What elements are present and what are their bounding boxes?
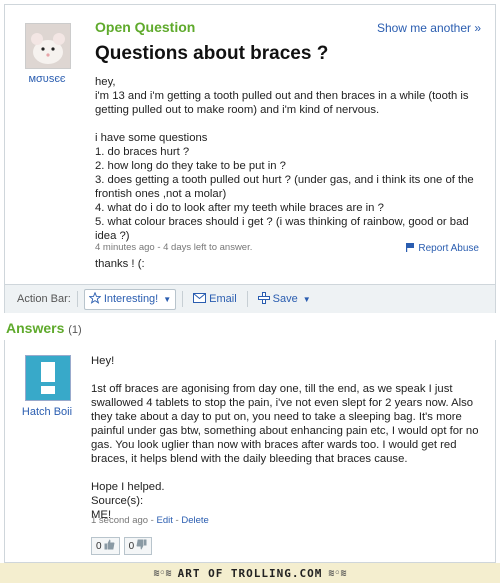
divider [246,291,248,307]
email-label: Email [209,293,237,305]
envelope-icon [193,292,207,306]
answerer-username[interactable]: Hatch Boii [9,406,85,418]
star-icon [88,291,102,307]
thumbs-up-count: 0 [96,540,102,552]
divider [76,291,78,307]
question-status-label: Open Question [95,19,196,35]
edit-link[interactable]: Edit [157,515,173,526]
ornament-right: ≋◦≋ [328,567,347,579]
thumbs-up-icon [104,539,115,553]
interesting-button[interactable]: Interesting! ▼ [83,288,177,310]
watermark-text: ART OF TROLLING.COM [177,566,323,580]
vote-buttons: 0 0 [91,537,153,555]
delete-link[interactable]: Delete [181,515,208,526]
question-title: Questions about braces ? [95,43,329,64]
chevron-down-icon[interactable]: ▼ [163,295,171,304]
watermark-footer: ≋◦≋ ART OF TROLLING.COM ≋◦≋ [0,563,500,583]
save-label: Save [272,293,298,305]
save-button[interactable]: Save ▼ [254,290,315,309]
answers-title: Answers [6,320,65,336]
question-panel: мσυѕєє Open Question Show me another » Q… [4,4,496,313]
thumbs-down-count: 0 [128,540,135,552]
report-abuse-label: Report Abuse [418,243,479,254]
email-button[interactable]: Email [189,291,241,308]
answer-meta: 1 second ago - Edit - Delete [91,515,209,526]
answer-time: 1 second ago [91,515,149,526]
action-bar: Action Bar: Interesting! ▼ Email Save ▼ [5,284,495,313]
interesting-label: Interesting! [103,293,159,305]
show-another-link[interactable]: Show me another » [377,21,481,35]
question-meta: 4 minutes ago - 4 days left to answer. [95,242,253,253]
asker-username[interactable]: мσυѕєє [15,73,79,85]
plus-icon [257,291,270,307]
divider [182,291,184,307]
ornament-left: ≋◦≋ [153,567,172,579]
answers-count: (1) [68,324,82,336]
thumbs-down-icon [136,539,147,553]
answer-item: Hatch Boii Hey! 1st off braces are agoni… [4,340,496,563]
answerer-avatar[interactable] [25,355,71,401]
answers-heading: Answers (1) [6,320,82,336]
flag-icon [405,242,415,255]
thumbs-up-button[interactable]: 0 [91,537,120,555]
action-bar-label: Action Bar: [17,293,71,305]
asker-avatar[interactable] [25,23,71,69]
chevron-down-icon[interactable]: ▼ [303,295,311,304]
report-abuse-link[interactable]: Report Abuse [405,242,479,255]
thumbs-down-button[interactable]: 0 [123,537,153,555]
answer-body: Hey! 1st off braces are agonising from d… [91,355,479,521]
